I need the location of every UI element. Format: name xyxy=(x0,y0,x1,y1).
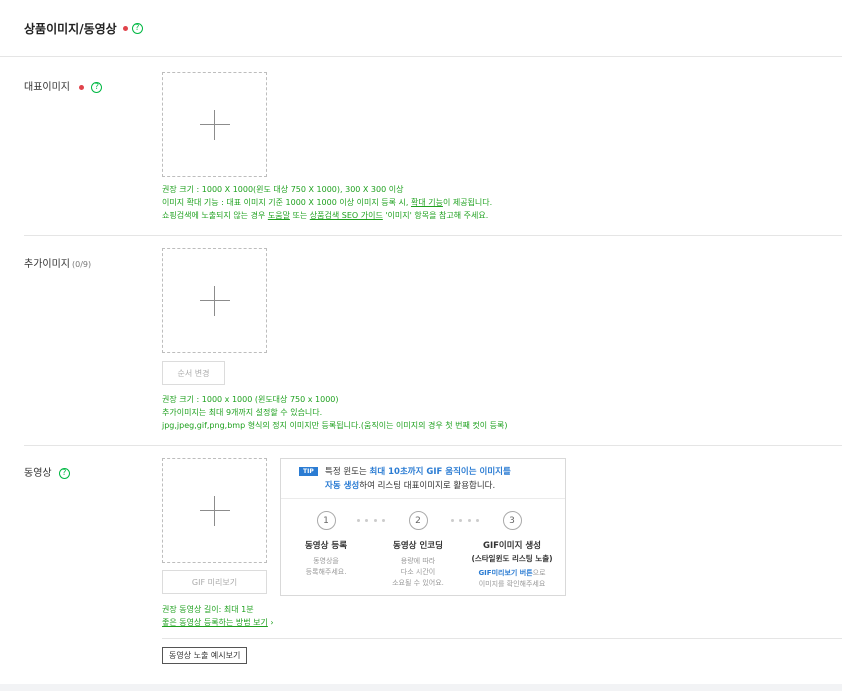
seo-guide-link[interactable]: 상품검색 SEO 가이드 xyxy=(310,211,383,220)
help-icon[interactable]: ? xyxy=(131,22,143,34)
step-desc: 용량에 따라 다소 시간이 소요될 수 있어요. xyxy=(373,556,463,589)
guide-line: 쇼핑검색에 노출되지 않는 경우 도움말 또는 상품검색 SEO 가이드 '이미… xyxy=(162,209,492,222)
plus-icon xyxy=(199,109,230,140)
extra-image-upload[interactable] xyxy=(162,248,267,353)
tip-line: 자동 생성하여 리스팅 대표이미지로 활용합니다. xyxy=(325,479,511,493)
step-subtitle: (스타일윈도 리스팅 노출) xyxy=(471,554,553,563)
extra-image-label-text: 추가이미지 xyxy=(24,259,70,270)
zoom-feature-link[interactable]: 확대 기능 xyxy=(411,198,443,207)
guide-text: 이미지 확대 기능 : 대표 이미지 기준 1000 X 1000 이상 이미지… xyxy=(162,198,411,207)
bottom-strip xyxy=(0,684,842,691)
section-header: 상품이미지/동영상 ? xyxy=(0,0,842,57)
guide-text: 쇼핑검색에 노출되지 않는 경우 xyxy=(162,211,268,220)
step-desc-line: 이미지를 확인해주세요 xyxy=(478,580,546,588)
chevron-right-icon: › xyxy=(270,618,274,627)
guide-text: 또는 xyxy=(289,211,310,220)
step-number: 2 xyxy=(408,511,428,530)
product-image-video-panel: 상품이미지/동영상 ? 대표이미지 ? 권장 크기 : 1000 X 1000(… xyxy=(0,0,842,691)
step-2: 2 동영상 인코딩 용량에 따라 다소 시간이 소요될 수 있어요. xyxy=(373,511,463,589)
guide-line: jpg,jpeg,gif,png,bmp 형식의 정지 이미지만 등록됩니다.(… xyxy=(162,421,508,430)
reorder-button[interactable]: 순서 변경 xyxy=(162,361,225,385)
step-desc-text: 으로 xyxy=(532,569,546,577)
divider xyxy=(24,235,842,236)
step-desc: 동영상을 등록해주세요. xyxy=(281,556,371,578)
tip-text-part: 하여 리스팅 대표이미지로 활용합니다. xyxy=(359,481,496,491)
guide-text: 이 제공됩니다. xyxy=(442,198,493,207)
tip-text-part: 특정 윈도는 xyxy=(325,467,370,477)
step-desc-line: 동영상을 xyxy=(313,557,339,565)
guide-line: 추가이미지는 최대 9개까지 설정할 수 있습니다. xyxy=(162,408,323,417)
tip-badge: TIP xyxy=(299,467,318,476)
plus-icon xyxy=(199,285,230,316)
step-number: 3 xyxy=(502,511,522,530)
step-desc: GIF미리보기 버튼으로 이미지를 확인해주세요 xyxy=(467,568,557,590)
good-video-guide-link[interactable]: 좋은 동영상 등록하는 방법 보기 xyxy=(162,618,268,627)
step-desc-line: 용량에 따라 xyxy=(400,557,436,565)
gif-preview-button[interactable]: GIF 미리보기 xyxy=(162,570,267,594)
help-link[interactable]: 도움말 xyxy=(268,211,290,220)
extra-image-guide: 권장 크기 : 1000 x 1000 (윈도대상 750 x 1000) 추가… xyxy=(162,393,508,432)
guide-line: 이미지 확대 기능 : 대표 이미지 기준 1000 X 1000 이상 이미지… xyxy=(162,196,492,209)
step-desc-line: 등록해주세요. xyxy=(305,568,347,576)
main-image-label: 대표이미지 ? xyxy=(24,78,103,93)
gif-tip-box: TIP 특정 윈도는 최대 10초까지 GIF 움직이는 이미지를 자동 생성하… xyxy=(280,458,566,596)
main-image-label-text: 대표이미지 xyxy=(24,82,70,93)
step-desc-line: 다소 시간이 xyxy=(400,568,436,576)
guide-line: 권장 크기 : 1000 X 1000(윈도 대상 750 X 1000), 3… xyxy=(162,185,404,194)
help-icon[interactable]: ? xyxy=(58,467,70,479)
extra-image-label: 추가이미지 (0/9) xyxy=(24,255,91,270)
step-number: 1 xyxy=(316,511,336,530)
step-title: 동영상 등록 xyxy=(304,541,348,551)
step-3: 3 GIF이미지 생성 (스타일윈도 리스팅 노출) GIF미리보기 버튼으로 … xyxy=(467,511,557,590)
video-label: 동영상 ? xyxy=(24,464,70,479)
step-title: GIF이미지 생성 xyxy=(482,541,541,551)
extra-image-count: (0/9) xyxy=(72,260,92,269)
tip-highlight: 자동 생성 xyxy=(325,481,360,491)
main-image-guide: 권장 크기 : 1000 X 1000(윈도 대상 750 X 1000), 3… xyxy=(162,183,492,222)
section-title: 상품이미지/동영상 xyxy=(24,21,117,36)
help-icon[interactable]: ? xyxy=(91,81,103,93)
tip-line: 특정 윈도는 최대 10초까지 GIF 움직이는 이미지를 xyxy=(325,465,511,479)
plus-icon xyxy=(199,495,230,526)
guide-line: 권장 크기 : 1000 x 1000 (윈도대상 750 x 1000) xyxy=(162,395,339,404)
required-dot-icon xyxy=(79,84,85,90)
step-desc-line: 소요될 수 있어요. xyxy=(392,579,444,587)
tip-text: 특정 윈도는 최대 10초까지 GIF 움직이는 이미지를 자동 생성하여 리스… xyxy=(325,465,511,493)
tip-highlight: 최대 10초까지 GIF 움직이는 이미지를 xyxy=(369,467,511,477)
divider xyxy=(162,638,842,639)
step-highlight: GIF미리보기 버튼 xyxy=(478,569,533,577)
guide-text: '이미지' 항목을 참고해 주세요. xyxy=(382,211,489,220)
guide-line: 권장 동영상 길이: 최대 1분 xyxy=(162,605,254,614)
video-label-text: 동영상 xyxy=(24,468,52,479)
step-title: 동영상 인코딩 xyxy=(393,541,443,551)
video-preview-button[interactable]: 동영상 노출 예시보기 xyxy=(162,647,248,664)
video-upload[interactable] xyxy=(162,458,267,563)
tip-header: TIP 특정 윈도는 최대 10초까지 GIF 움직이는 이미지를 자동 생성하… xyxy=(281,459,565,499)
guide-line: 좋은 동영상 등록하는 방법 보기 › xyxy=(162,616,274,629)
main-image-upload[interactable] xyxy=(162,72,267,177)
video-guide: 권장 동영상 길이: 최대 1분 좋은 동영상 등록하는 방법 보기 › xyxy=(162,603,274,629)
required-dot-icon xyxy=(122,25,128,31)
divider xyxy=(24,445,842,446)
step-desc-line: GIF미리보기 버튼으로 xyxy=(467,568,557,579)
